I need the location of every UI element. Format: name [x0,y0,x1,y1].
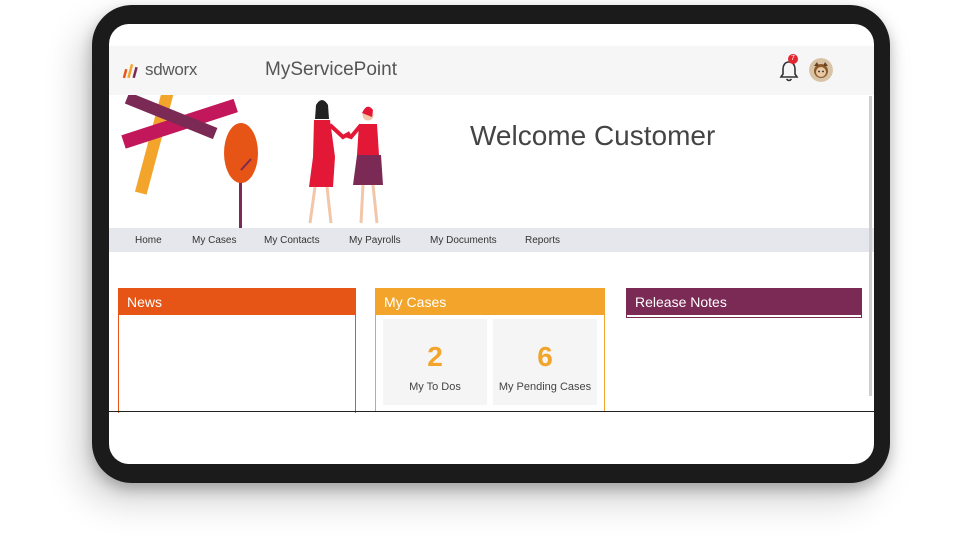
my-cases-card-title: My Cases [376,289,604,315]
sdworx-logo[interactable]: sdworx [121,59,197,81]
logo-text: sdworx [145,60,198,79]
stat-value: 2 [427,341,443,372]
avatar-icon [809,58,833,82]
app-screen: sdworx MyServicePoint 7 Welcome Customer… [109,24,874,464]
nav-my-contacts[interactable]: My Contacts [264,235,320,246]
notification-badge: 7 [788,54,798,64]
user-avatar[interactable] [809,58,833,82]
content-divider [109,411,874,412]
release-notes-card-title: Release Notes [627,289,861,315]
nav-my-payrolls[interactable]: My Payrolls [349,235,401,246]
dashboard: News My Cases 2 My To Dos 6 My Pending C… [109,252,874,413]
sdworx-logo-mark-icon [122,63,138,79]
nav-my-cases[interactable]: My Cases [192,235,236,246]
nav-my-documents[interactable]: My Documents [430,235,497,246]
scrollbar[interactable] [869,96,872,396]
stat-label: My To Dos [409,381,461,393]
hero-banner: Welcome Customer [109,95,874,228]
top-header: sdworx MyServicePoint 7 [109,46,874,96]
hero-illustration [121,95,383,228]
my-cases-card: My Cases 2 My To Dos 6 My Pending Cases [375,288,605,412]
stat-label: My Pending Cases [498,381,592,393]
nav-reports[interactable]: Reports [525,235,560,246]
welcome-heading: Welcome Customer [470,120,716,151]
stat-value: 6 [537,341,553,372]
app-title: MyServicePoint [265,59,397,80]
stat-my-pending-cases[interactable]: 6 My Pending Cases [493,319,597,405]
news-card-title: News [119,289,355,315]
release-notes-card: Release Notes [626,288,862,318]
nav-home[interactable]: Home [135,235,162,246]
stat-my-to-dos[interactable]: 2 My To Dos [383,319,487,405]
news-card: News [118,288,356,413]
main-nav: Home My Cases My Contacts My Payrolls My… [109,228,874,252]
